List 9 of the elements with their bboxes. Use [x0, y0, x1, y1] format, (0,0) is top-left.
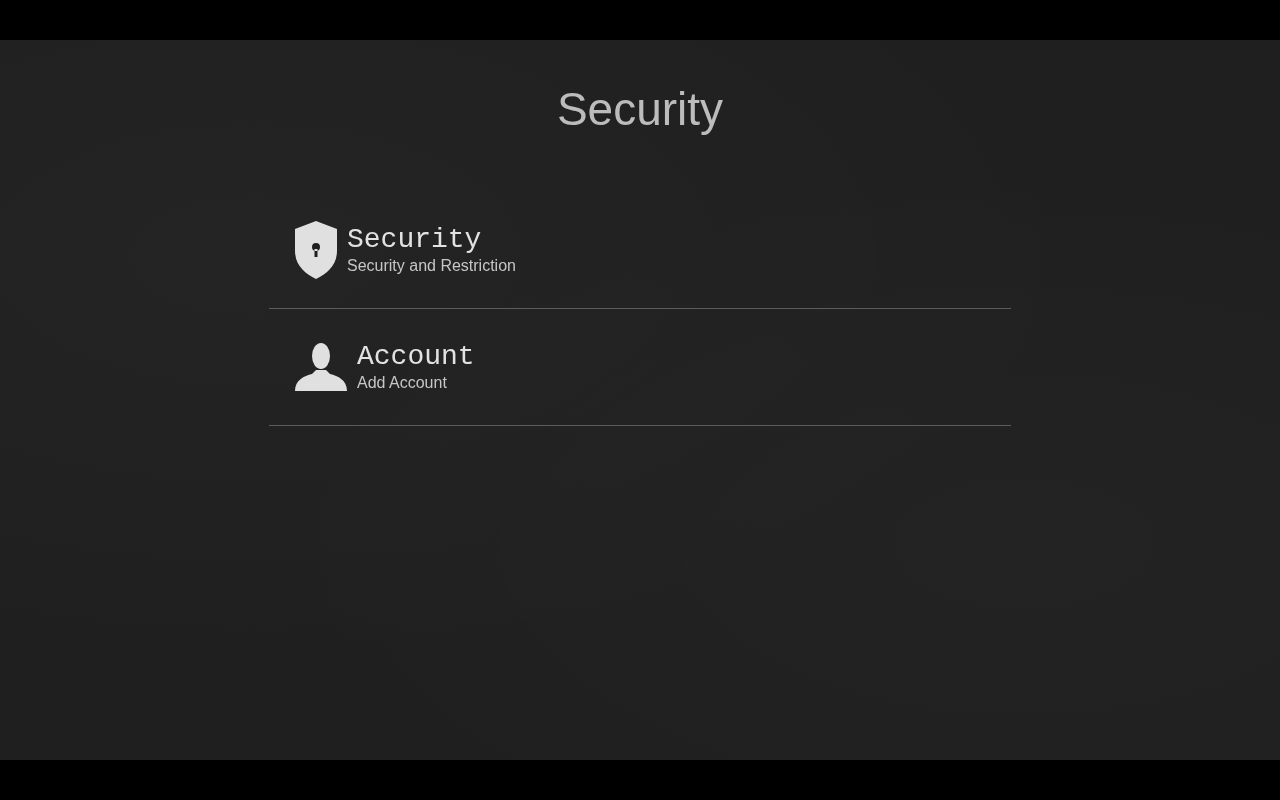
shield-lock-icon: [295, 221, 337, 279]
page-title: Security: [556, 83, 724, 136]
item-title: Security: [347, 224, 482, 256]
item-subtitle: Add Account: [357, 373, 447, 393]
person-icon: [295, 343, 347, 391]
settings-list-item[interactable]: Account Add Account: [269, 309, 1011, 426]
item-title: Account: [357, 341, 475, 373]
settings-list-item[interactable]: Security Security and Restriction: [269, 192, 1011, 309]
item-subtitle: Security and Restriction: [347, 256, 516, 276]
